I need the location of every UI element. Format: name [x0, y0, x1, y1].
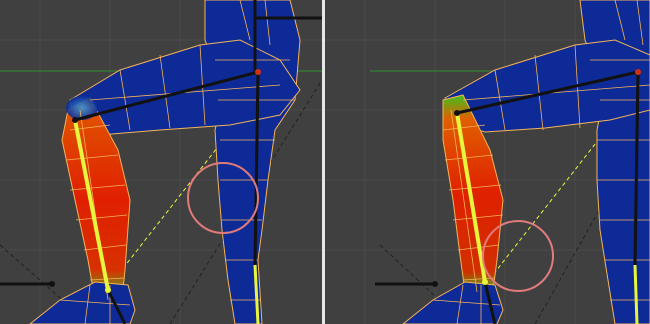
- ik-dashed-line: [484, 124, 611, 286]
- viewport-left[interactable]: [0, 0, 322, 324]
- viewport-left-canvas[interactable]: [0, 0, 322, 324]
- foot-mesh[interactable]: [29, 281, 136, 324]
- thigh-mesh[interactable]: [444, 39, 650, 133]
- hip-joint[interactable]: [635, 69, 641, 75]
- knee-joint[interactable]: [72, 117, 78, 123]
- ankle-joint[interactable]: [105, 287, 111, 293]
- viewport-right[interactable]: [325, 0, 650, 324]
- heel-joint[interactable]: [49, 281, 55, 287]
- knee-joint[interactable]: [454, 110, 460, 116]
- standing-shin-bone[interactable]: [633, 264, 639, 324]
- viewport-right-canvas[interactable]: [325, 0, 650, 324]
- ankle-joint[interactable]: [482, 279, 488, 285]
- hip-joint[interactable]: [255, 69, 261, 75]
- heel-joint[interactable]: [432, 281, 438, 287]
